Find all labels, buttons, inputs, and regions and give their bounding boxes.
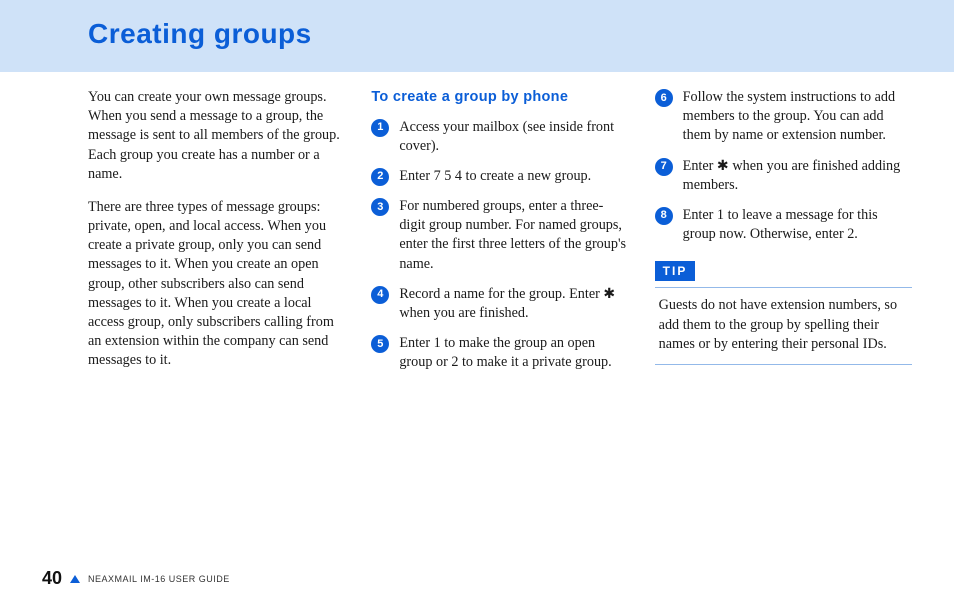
page-footer: 40 NEAXMAIL IM-16 USER GUIDE [42,568,230,589]
column-steps-a: To create a group by phone 1 Access your… [371,88,628,384]
tip-badge: TIP [655,261,696,281]
procedure-heading: To create a group by phone [371,88,628,108]
intro-paragraph-1: You can create your own message groups. … [88,88,345,184]
tip-section: TIP Guests do not have extension numbers… [655,255,912,365]
step-item: 8 Enter 1 to leave a message for this gr… [655,206,912,244]
step-item: 3 For numbered groups, enter a three-dig… [371,197,628,274]
step-item: 7 Enter ✱ when you are finished adding m… [655,157,912,195]
step-number-icon: 3 [371,198,389,216]
step-number-icon: 8 [655,207,673,225]
guide-title: NEAXMAIL IM-16 USER GUIDE [88,574,230,584]
page-number: 40 [42,568,62,589]
triangle-up-icon [70,575,80,583]
step-text: Follow the system instructions to add me… [683,88,912,146]
step-number-icon: 7 [655,158,673,176]
step-item: 2 Enter 7 5 4 to create a new group. [371,167,628,186]
step-item: 6 Follow the system instructions to add … [655,88,912,146]
column-intro: You can create your own message groups. … [88,88,345,384]
step-number-icon: 1 [371,119,389,137]
step-item: 1 Access your mailbox (see inside front … [371,118,628,156]
step-number-icon: 6 [655,89,673,107]
step-text: Record a name for the group. Enter ✱ whe… [399,285,628,323]
step-item: 5 Enter 1 to make the group an open grou… [371,334,628,372]
step-number-icon: 4 [371,286,389,304]
step-text: Enter ✱ when you are finished adding mem… [683,157,912,195]
step-number-icon: 2 [371,168,389,186]
step-number-icon: 5 [371,335,389,353]
step-text: Access your mailbox (see inside front co… [399,118,628,156]
column-steps-b: 6 Follow the system instructions to add … [655,88,912,384]
step-text: Enter 7 5 4 to create a new group. [399,167,628,186]
content-area: You can create your own message groups. … [88,88,912,384]
step-text: Enter 1 to make the group an open group … [399,334,628,372]
tip-body: Guests do not have extension numbers, so… [655,287,912,365]
phone-handset-icon [882,6,932,66]
step-text: Enter 1 to leave a message for this grou… [683,206,912,244]
intro-paragraph-2: There are three types of message groups:… [88,198,345,371]
step-item: 4 Record a name for the group. Enter ✱ w… [371,285,628,323]
step-text: For numbered groups, enter a three-digit… [399,197,628,274]
page-title: Creating groups [88,18,312,50]
